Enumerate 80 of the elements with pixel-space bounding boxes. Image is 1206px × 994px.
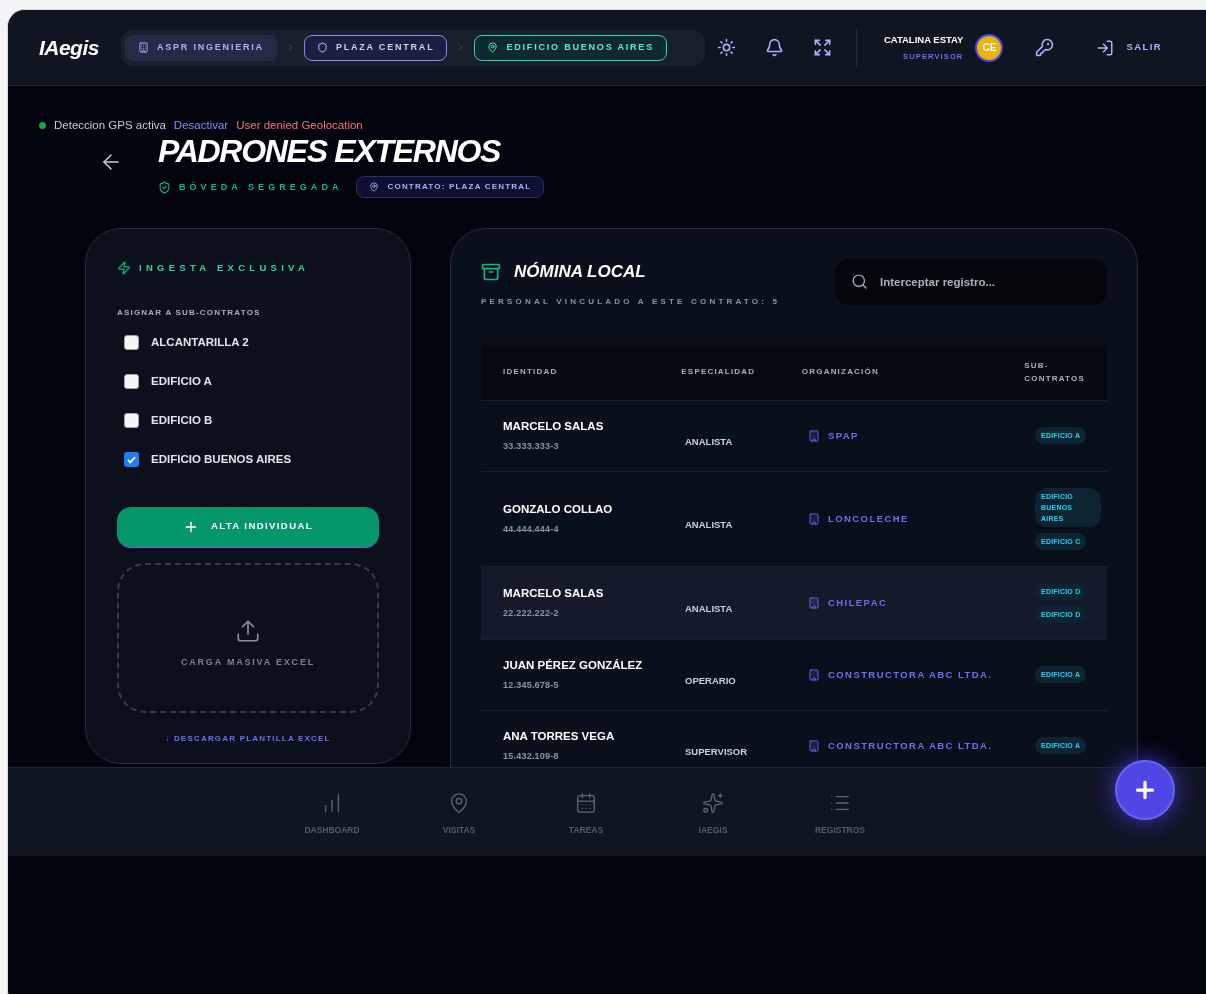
specialty-cell-text: OPERARIO: [685, 673, 737, 688]
nav-tab[interactable]: VISITAS: [395, 792, 523, 856]
person-name: MARCELO SALAS: [503, 419, 605, 435]
calendar-icon: [575, 792, 597, 814]
archive-icon: [481, 262, 501, 282]
organization-link[interactable]: LONCOLECHE: [828, 511, 909, 526]
upload-label: CARGA MASIVA EXCEL: [180, 655, 316, 669]
roster-title: NÓMINA LOCAL: [514, 261, 646, 284]
specialty-cell-text: SUPERVISOR: [685, 744, 749, 759]
panel-title: INGESTA EXCLUSIVA: [139, 261, 310, 276]
checkbox[interactable]: [124, 452, 139, 468]
assign-label: ASIGNAR A SUB-CONTRATOS: [117, 306, 262, 319]
roster-subtitle: PERSONAL VINCULADO A ESTE CONTRATO: 5: [481, 295, 781, 308]
nav-tab[interactable]: REGISTROS: [776, 792, 904, 856]
search-icon: [851, 273, 868, 291]
person-name: GONZALO COLLAO: [503, 502, 614, 518]
nav-tab[interactable]: TAREAS: [522, 792, 650, 856]
breadcrumb-item[interactable]: ASPR INGENIERIA: [124, 34, 277, 61]
key-icon[interactable]: [1035, 38, 1055, 57]
person-name: ANA TORRES VEGA: [503, 729, 616, 745]
specialty-cell-text: ANALISTA: [685, 434, 734, 449]
lightning-icon: [117, 261, 131, 276]
specialty-cell-text: ANALISTA: [685, 601, 734, 616]
organization-link[interactable]: SPAP: [828, 428, 859, 443]
pin-icon: [448, 792, 470, 814]
specialty-cell-text: ANALISTA: [685, 517, 734, 532]
sparkles-icon: [702, 792, 724, 814]
fullscreen-icon[interactable]: [812, 38, 832, 57]
pin-icon: [369, 182, 380, 193]
checkbox[interactable]: [124, 413, 139, 429]
building-icon: [808, 739, 820, 752]
checkbox[interactable]: [124, 334, 139, 350]
person-id: 22.222.222-2: [503, 606, 560, 620]
logout-icon: [1096, 38, 1115, 57]
organization-link[interactable]: CHILEPAC: [828, 595, 888, 610]
app-logo: IAegis: [39, 34, 99, 61]
checkbox[interactable]: [124, 373, 139, 389]
organization-link[interactable]: CONSTRUCTORA ABC LTDA.: [828, 738, 993, 753]
vault-label: BÓVEDA SEGREGADA: [179, 180, 343, 194]
checkbox-label: ALCANTARILLA 2: [151, 334, 249, 350]
checkbox-label: EDIFICIO B: [151, 413, 213, 428]
nav-tab[interactable]: DASHBOARD: [268, 792, 396, 856]
checkbox-label: EDIFICIO BUENOS AIRES: [151, 452, 292, 468]
building-icon: [808, 512, 820, 525]
person-id: 44.444.444-4: [503, 522, 560, 536]
contract-badge: CONTRATO: PLAZA CENTRAL: [356, 176, 545, 199]
theme-icon[interactable]: [716, 38, 736, 57]
shield-icon: [316, 42, 328, 53]
notification-icon[interactable]: [764, 38, 784, 57]
column-header: ESPECIALIDAD: [681, 366, 757, 379]
checkbox-label: EDIFICIO A: [151, 373, 212, 389]
gps-status: Deteccion GPS activa: [54, 118, 166, 133]
organization-link[interactable]: CONSTRUCTORA ABC LTDA.: [828, 667, 993, 682]
breadcrumb-item[interactable]: EDIFICIO BUENOS AIRES: [474, 34, 667, 61]
breadcrumb-item[interactable]: PLAZA CENTRAL: [303, 34, 448, 61]
excel-upload-dropzone[interactable]: CARGA MASIVA EXCEL: [117, 562, 379, 713]
search-field[interactable]: Interceptar registro...: [835, 259, 1107, 306]
pin-icon: [487, 42, 499, 53]
nav-tab[interactable]: IAEGIS: [649, 792, 777, 856]
shield-check-icon: [158, 180, 171, 194]
person-id: 33.333.333-3: [503, 439, 560, 453]
person-name: JUAN PÉREZ GONZÁLEZ: [503, 658, 644, 674]
add-individual-button[interactable]: ALTA INDIVIDUAL: [117, 506, 379, 548]
person-name: MARCELO SALAS: [503, 586, 605, 602]
geolocation-error: User denied Geolocation: [236, 118, 363, 133]
deactivate-link[interactable]: Desactivar: [173, 117, 229, 135]
page-title: PADRONES EXTERNOS: [158, 134, 502, 169]
user-name: CATALINA ESTAY: [883, 32, 964, 47]
person-id: 15.432.109-8: [503, 749, 560, 763]
column-header: ORGANIZACIÓN: [801, 366, 880, 379]
column-header: IDENTIDAD: [503, 366, 559, 379]
check-icon: [126, 454, 137, 466]
building-icon: [808, 429, 820, 442]
building-icon: [808, 596, 820, 609]
column-header: SUB-CONTRATOS: [1024, 360, 1085, 386]
person-id: 12.345.678-5: [503, 678, 560, 692]
download-template-link[interactable]: ↓ DESCARGAR PLANTILLA EXCEL: [165, 732, 331, 745]
logout-button[interactable]: SALIR: [1096, 38, 1163, 57]
building-icon: [137, 42, 149, 53]
building-icon: [808, 668, 820, 681]
